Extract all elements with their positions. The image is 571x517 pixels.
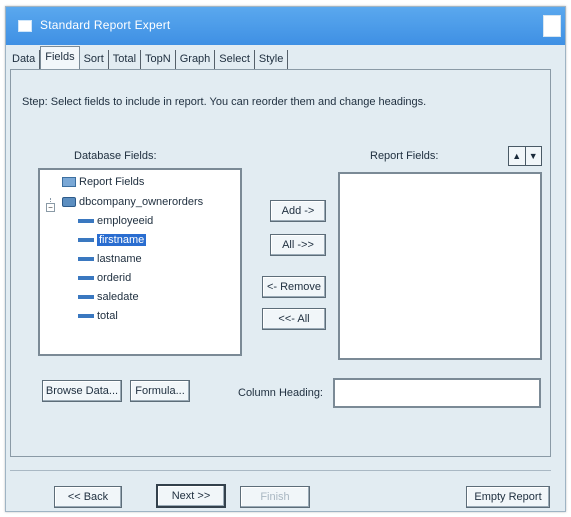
add-button[interactable]: Add -> [270, 200, 326, 222]
empty-report-button[interactable]: Empty Report [466, 486, 550, 508]
report-fields-label: Report Fields: [370, 150, 439, 162]
column-heading-label: Column Heading: [238, 387, 323, 399]
tab-graph[interactable]: Graph [176, 50, 216, 70]
tree-node-report-fields[interactable]: Report Fields [62, 174, 144, 190]
tree-node-table[interactable]: dbcompany_ownerorders [62, 194, 203, 210]
remove-button[interactable]: <- Remove [262, 276, 326, 298]
add-all-button[interactable]: All ->> [270, 234, 326, 256]
tab-total[interactable]: Total [109, 50, 142, 70]
database-fields-label: Database Fields: [74, 150, 157, 162]
window-title: Standard Report Expert [40, 18, 171, 32]
field-icon [78, 238, 94, 242]
app-icon [18, 20, 32, 32]
next-button[interactable]: Next >> [156, 484, 226, 508]
step-instruction: Step: Select fields to include in report… [22, 96, 427, 108]
tab-data[interactable]: Data [10, 50, 41, 70]
column-heading-input[interactable] [333, 378, 541, 408]
field-icon [78, 295, 94, 299]
reorder-buttons[interactable]: ▲ ▼ [508, 146, 542, 166]
tab-strip: Data Fields Sort Total TopN Graph Select… [10, 46, 289, 70]
tree-node-field[interactable]: saledate [78, 289, 139, 305]
database-icon [62, 197, 76, 208]
report-fields-list[interactable] [338, 172, 542, 360]
browse-data-button[interactable]: Browse Data... [42, 380, 122, 402]
tree-node-field[interactable]: total [78, 308, 118, 324]
formula-button[interactable]: Formula... [130, 380, 190, 402]
remove-all-button[interactable]: <<- All [262, 308, 326, 330]
field-icon [78, 276, 94, 280]
move-down-icon[interactable]: ▼ [526, 147, 542, 165]
folder-icon [62, 177, 76, 188]
field-icon [78, 219, 94, 223]
back-button[interactable]: << Back [54, 486, 122, 508]
tab-topn[interactable]: TopN [141, 50, 176, 70]
tree-node-field[interactable]: firstname [78, 232, 147, 248]
tab-fields[interactable]: Fields [40, 46, 80, 70]
tab-style[interactable]: Style [255, 50, 289, 70]
field-icon [78, 314, 94, 318]
tab-select[interactable]: Select [215, 50, 255, 70]
finish-button[interactable]: Finish [240, 486, 310, 508]
divider [10, 470, 551, 471]
close-button[interactable] [543, 15, 561, 37]
tree-node-field[interactable]: employeeid [78, 213, 153, 229]
move-up-icon[interactable]: ▲ [509, 147, 526, 165]
tree-node-field[interactable]: orderid [78, 270, 131, 286]
title-bar[interactable]: Standard Report Expert [6, 7, 565, 45]
field-icon [78, 257, 94, 261]
database-fields-tree[interactable]: − Report Fields dbcompany_ownerorders em… [38, 168, 242, 356]
collapse-icon[interactable]: − [46, 203, 55, 212]
tree-node-field[interactable]: lastname [78, 251, 142, 267]
tab-sort[interactable]: Sort [80, 50, 109, 70]
